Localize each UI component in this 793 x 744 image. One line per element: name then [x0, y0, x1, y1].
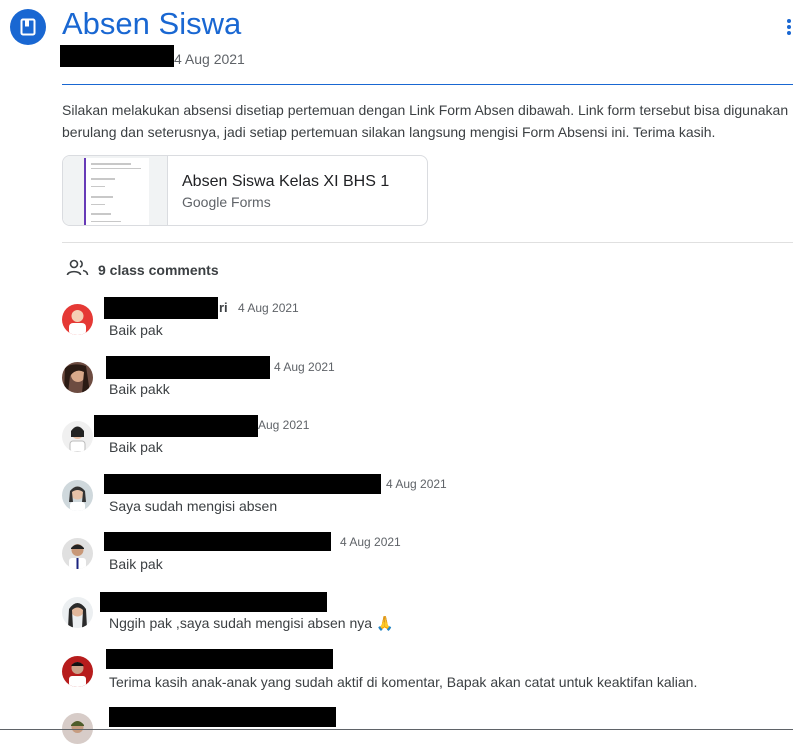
comment-date: 4 Aug 2021 [386, 477, 447, 491]
comment-text: Saya sudah mengisi absen [109, 498, 278, 514]
redacted-name [104, 297, 218, 319]
attachment-name: Absen Siswa Kelas XI BHS 1 [182, 173, 390, 190]
commenter-name-fragment: ri [219, 300, 228, 315]
redacted-name [106, 649, 333, 669]
attachment-card[interactable]: Absen Siswa Kelas XI BHS 1 Google Forms [62, 155, 428, 226]
redacted-author [60, 45, 174, 67]
google-forms-thumbnail [63, 156, 168, 225]
redacted-name [104, 474, 381, 494]
bottom-divider [0, 729, 793, 730]
avatar [62, 304, 93, 335]
comment-text: Nggih pak ,saya sudah mengisi absen nya … [109, 615, 394, 631]
comment-text: Baik pak [109, 439, 163, 455]
avatar [62, 480, 93, 511]
post-date: 4 Aug 2021 [174, 51, 245, 67]
avatar [62, 656, 93, 687]
avatar [62, 421, 93, 452]
comment-date: 4 Aug 2021 [238, 301, 299, 315]
redacted-name [94, 415, 258, 437]
comment-text: Baik pakk [109, 381, 170, 397]
assignment-icon [10, 9, 46, 45]
comment-date: 4 Aug 2021 [340, 535, 401, 549]
more-vert-icon[interactable] [784, 14, 793, 40]
comment-text: Baik pak [109, 556, 163, 572]
redacted-name [100, 592, 327, 612]
redacted-name [109, 707, 336, 727]
avatar [62, 597, 93, 628]
comment-date: Aug 2021 [258, 418, 310, 432]
comments-divider [62, 242, 793, 243]
comments-header[interactable]: 9 class comments [66, 259, 219, 281]
redacted-name [104, 532, 331, 551]
attachment-type: Google Forms [182, 194, 271, 210]
avatar [62, 538, 93, 569]
avatar [62, 362, 93, 393]
comment-text: Baik pak [109, 322, 163, 338]
assignment-title: Absen Siswa [62, 6, 242, 41]
comment-date: 4 Aug 2021 [274, 360, 335, 374]
assignment-description: Silakan melakukan absensi disetiap perte… [62, 102, 789, 140]
comments-count: 9 class comments [98, 262, 219, 278]
comment-text: Terima kasih anak-anak yang sudah aktif … [109, 674, 698, 690]
redacted-name [106, 356, 270, 379]
header-divider [62, 84, 793, 85]
people-icon [66, 258, 90, 283]
